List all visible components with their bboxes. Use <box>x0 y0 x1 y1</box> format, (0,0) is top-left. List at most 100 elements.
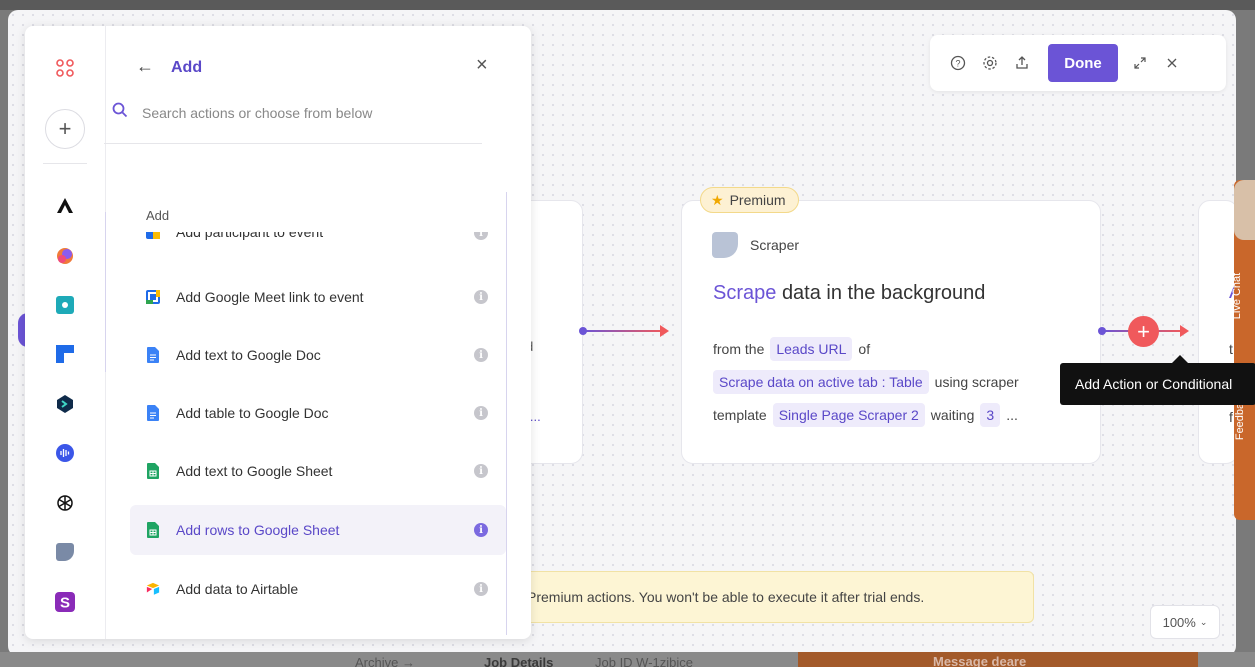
list-item-label: Add participant to event <box>176 232 324 240</box>
scraper-template-chip[interactable]: Single Page Scraper 2 <box>772 403 925 427</box>
wait-seconds-chip[interactable]: 3 <box>980 403 1001 427</box>
step-title-rest: data in the background <box>781 282 986 304</box>
info-icon[interactable]: i <box>474 290 488 304</box>
help-icon[interactable]: ? <box>942 47 974 79</box>
google-calendar-icon <box>146 232 160 240</box>
list-item-label: Add data to Airtable <box>176 581 299 597</box>
step-text: template <box>713 407 767 423</box>
app-icon-a[interactable] <box>51 191 79 219</box>
step-text: waiting <box>930 407 975 423</box>
step-text: from the <box>713 341 765 357</box>
list-item[interactable]: Add Google Meet link to event i <box>130 272 506 322</box>
list-item-label: Add rows to Google Sheet <box>176 522 340 538</box>
expand-icon[interactable] <box>1124 47 1156 79</box>
connector-dot <box>1098 327 1106 335</box>
search-input[interactable] <box>142 104 442 121</box>
close-canvas-icon[interactable] <box>1156 47 1188 79</box>
chevron-down-icon: ⌄ <box>1199 616 1208 627</box>
action-list[interactable]: Add Add participant to event i Add Googl… <box>105 192 507 635</box>
card-text-fragment: f <box>1229 409 1233 425</box>
list-scroll-guide <box>105 212 106 372</box>
app-icon-navy[interactable] <box>51 390 79 418</box>
premium-trial-warning: Premium actions. You won't be able to ex… <box>520 571 1034 623</box>
scraper-app-icon[interactable] <box>51 538 79 566</box>
list-item-label: Add table to Google Doc <box>176 405 329 421</box>
background-top-strip <box>0 0 1255 10</box>
list-item-selected[interactable]: Add rows to Google Sheet i <box>130 505 506 555</box>
done-button[interactable]: Done <box>1048 44 1118 82</box>
airtable-icon <box>146 581 160 597</box>
app-rail: + S <box>25 26 106 639</box>
google-docs-icon <box>146 347 160 363</box>
message-label: Message deare <box>933 654 1027 667</box>
info-icon[interactable]: i <box>474 348 488 362</box>
live-chat-feedback-tab[interactable]: Live Chat Feedback <box>1231 180 1255 520</box>
list-item-label: Add text to Google Sheet <box>176 463 333 479</box>
archive-link: Archive → <box>355 655 415 667</box>
app-icon-colorful[interactable] <box>51 242 79 270</box>
action-search <box>104 82 482 144</box>
app-icon-teal[interactable] <box>51 291 79 319</box>
panel-title: Add <box>171 59 203 76</box>
info-icon[interactable]: i <box>474 582 488 596</box>
job-id-label: Job ID W-1zibjce <box>595 655 694 667</box>
app-icon-audio[interactable] <box>51 439 79 467</box>
info-icon[interactable]: i <box>474 464 488 478</box>
connector-arrowhead <box>1180 325 1189 337</box>
list-item[interactable]: Add table to Google Doc i <box>130 388 506 438</box>
connector-arrowhead <box>660 325 669 337</box>
list-item[interactable]: Add text to Google Sheet i <box>130 446 506 496</box>
step-title-verb: Scrape <box>713 282 777 304</box>
zoom-level: 100% <box>1162 614 1196 630</box>
step-title: Scrape data in the background <box>713 282 985 305</box>
list-item[interactable]: Add data to Airtable i <box>130 564 506 614</box>
settings-gear-icon[interactable] <box>974 47 1006 79</box>
list-item-label: Add text to Google Doc <box>176 347 321 363</box>
google-sheets-icon <box>146 463 160 479</box>
step-app-name: Scraper <box>750 237 800 253</box>
zoom-control[interactable]: 100% ⌄ <box>1150 605 1220 639</box>
apps-grid-icon[interactable] <box>51 54 79 82</box>
connector-dot <box>579 327 587 335</box>
google-docs-icon <box>146 405 160 421</box>
search-icon <box>112 102 128 123</box>
share-upload-icon[interactable] <box>1006 47 1038 79</box>
card-text-fragment: t <box>1229 341 1233 357</box>
next-step-card[interactable]: A t f <box>1198 200 1242 464</box>
app-icon-blue[interactable] <box>51 340 79 368</box>
scraper-logo-icon <box>712 232 738 258</box>
svg-text:?: ? <box>955 59 960 69</box>
add-action-tooltip: Add Action or Conditional <box>1060 355 1255 405</box>
info-icon[interactable]: i <box>474 523 488 537</box>
google-sheets-icon <box>146 522 160 538</box>
step-text: of <box>858 341 871 357</box>
list-item[interactable]: Add participant to event i <box>130 232 506 256</box>
add-action-button[interactable]: + <box>1128 316 1159 347</box>
list-item[interactable]: Add text to Google Doc i <box>130 330 506 380</box>
live-chat-label[interactable]: Live Chat <box>1231 273 1243 319</box>
step-text: using scraper <box>934 374 1019 390</box>
back-arrow-icon[interactable]: ← <box>136 56 154 77</box>
scrape-data-chip[interactable]: Scrape data on active tab : Table <box>713 370 929 394</box>
step-description-line-1: from the Leads URL of <box>713 337 870 361</box>
add-app-button[interactable]: + <box>45 109 85 149</box>
avatar <box>1234 180 1255 240</box>
background-bottom-bar: Archive → Job Details Job ID W-1zibjce M… <box>0 652 1255 667</box>
job-details-label: Job Details <box>484 655 554 667</box>
app-icon-s[interactable]: S <box>51 588 79 616</box>
info-icon[interactable]: i <box>474 232 488 240</box>
star-icon: ★ <box>711 191 724 208</box>
info-icon[interactable]: i <box>474 406 488 420</box>
canvas-toolbar: ? Done <box>930 35 1226 91</box>
google-calendar-icon <box>146 289 160 305</box>
premium-label: Premium <box>729 192 786 208</box>
svg-text:S: S <box>60 595 70 612</box>
close-icon[interactable]: × <box>476 54 488 77</box>
message-bar: Message deare <box>798 652 1198 667</box>
openai-icon[interactable] <box>51 489 79 517</box>
step-description-line-2: Scrape data on active tab : Table using … <box>713 370 1019 394</box>
step-text: ... <box>1006 407 1018 423</box>
step-description-line-3: template Single Page Scraper 2 waiting 3… <box>713 403 1018 427</box>
rail-divider <box>43 163 87 164</box>
leads-url-chip[interactable]: Leads URL <box>770 337 853 361</box>
